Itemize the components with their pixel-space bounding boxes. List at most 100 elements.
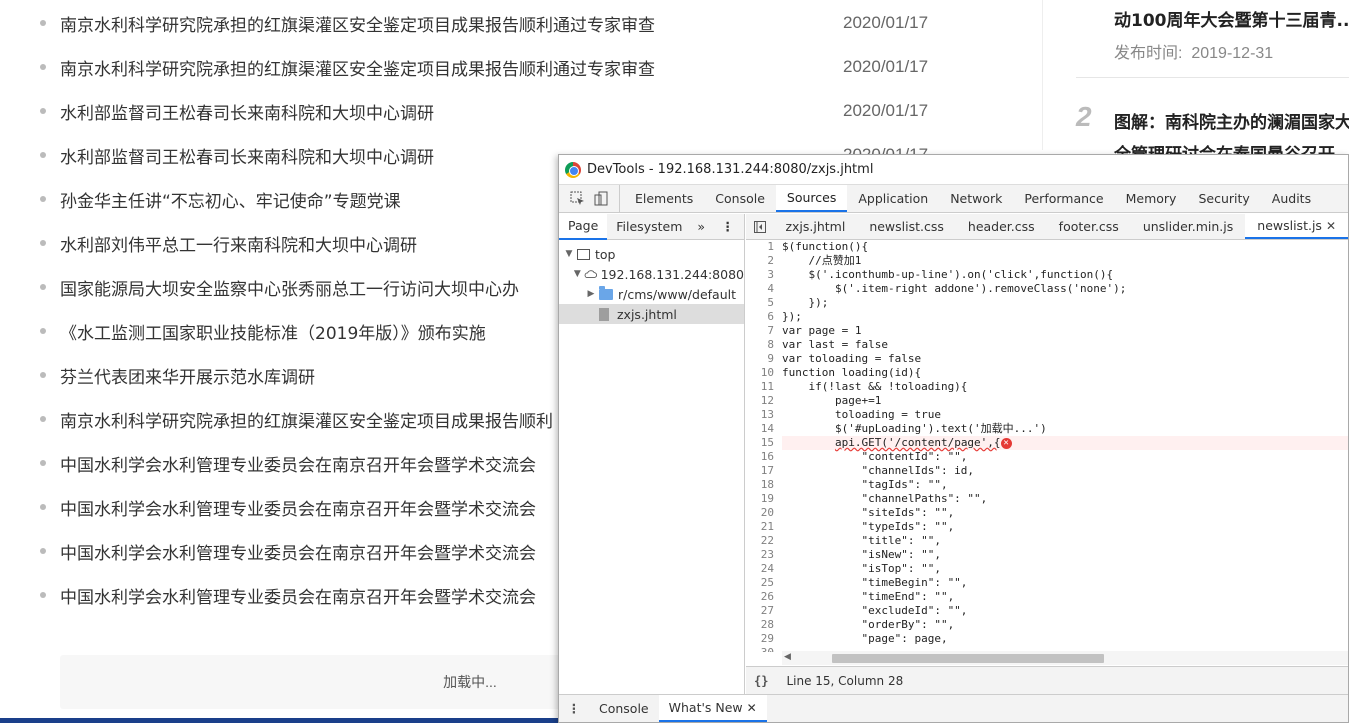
code-line[interactable]: $('.item-right addone').removeClass('non… [782, 282, 1348, 296]
news-title[interactable]: 国家能源局大坝安全监察中心张秀丽总工一行访问大坝中心办 [60, 275, 519, 300]
line-number[interactable]: 28 [746, 618, 776, 632]
code-line[interactable]: "excludeId": "", [782, 604, 1348, 618]
file-tab[interactable]: footer.css [1047, 214, 1131, 239]
news-title[interactable]: 芬兰代表团来华开展示范水库调研 [60, 363, 315, 388]
line-number[interactable]: 29 [746, 632, 776, 646]
code-line[interactable]: $('.iconthumb-up-line').on('click',funct… [782, 268, 1348, 282]
tab-network[interactable]: Network [939, 185, 1013, 212]
line-number[interactable]: 24 [746, 562, 776, 576]
news-title[interactable]: 孙金华主任讲“不忘初心、牢记使命”专题党课 [60, 187, 401, 212]
horizontal-scrollbar[interactable]: ◀ [782, 651, 1348, 665]
drawer-menu-icon[interactable]: ⋮ [559, 695, 589, 722]
line-number[interactable]: 16 [746, 450, 776, 464]
code-line[interactable]: api.GET('/content/page',{✕ [782, 436, 1348, 450]
news-title[interactable]: 《水工监测工国家职业技能标准（2019年版）》颁布实施 [60, 319, 486, 344]
code-line[interactable]: var page = 1 [782, 324, 1348, 338]
line-number[interactable]: 27 [746, 604, 776, 618]
tree-item-folder[interactable]: ▶ r/cms/www/default [559, 284, 744, 304]
error-icon[interactable]: ✕ [1000, 437, 1012, 449]
file-tab[interactable]: unslider.min.js [1131, 214, 1245, 239]
line-number[interactable]: 26 [746, 590, 776, 604]
close-icon[interactable]: ✕ [747, 701, 757, 715]
line-number[interactable]: 2 [746, 254, 776, 268]
code-line[interactable]: var last = false [782, 338, 1348, 352]
line-number[interactable]: 22 [746, 534, 776, 548]
file-tab[interactable]: header.css [956, 214, 1047, 239]
code-line[interactable]: "page": page, [782, 632, 1348, 646]
line-number[interactable]: 13 [746, 408, 776, 422]
file-tab[interactable]: newslist.css [857, 214, 956, 239]
tab-application[interactable]: Application [847, 185, 939, 212]
code-line[interactable]: "timeBegin": "", [782, 576, 1348, 590]
tree-item-top[interactable]: ▼ top [559, 244, 744, 264]
hot-news-title-2[interactable]: 图解：南科院主办的澜湄国家大 [1114, 108, 1349, 133]
line-number[interactable]: 21 [746, 520, 776, 534]
code-content[interactable]: $(function(){ //点赞加1 $('.iconthumb-up-li… [782, 240, 1348, 652]
kebab-menu-icon[interactable]: ⋮ [712, 219, 745, 234]
line-number[interactable]: 9 [746, 352, 776, 366]
scrollbar-thumb[interactable] [832, 654, 1104, 663]
scroll-left-arrow-icon[interactable]: ◀ [784, 652, 791, 662]
tab-sources[interactable]: Sources [775, 185, 848, 212]
line-number[interactable]: 4 [746, 282, 776, 296]
code-line[interactable]: "channelPaths": "", [782, 492, 1348, 506]
tab-memory[interactable]: Memory [1115, 185, 1188, 212]
code-line[interactable]: $('#upLoading').text('加载中...') [782, 422, 1348, 436]
line-number[interactable]: 10 [746, 366, 776, 380]
code-line[interactable]: //点赞加1 [782, 254, 1348, 268]
drawer-tab-console[interactable]: Console [589, 695, 659, 722]
code-line[interactable]: page+=1 [782, 394, 1348, 408]
code-line[interactable]: "contentId": "", [782, 450, 1348, 464]
news-title[interactable]: 中国水利学会水利管理专业委员会在南京召开年会暨学术交流会 [60, 583, 536, 608]
news-title[interactable]: 南京水利科学研究院承担的红旗渠灌区安全鉴定项目成果报告顺利通过专家审查 [60, 11, 655, 36]
code-line[interactable]: }); [782, 296, 1348, 310]
line-number[interactable]: 19 [746, 492, 776, 506]
line-number[interactable]: 17 [746, 464, 776, 478]
drawer-tab-whats-new[interactable]: What's New ✕ [658, 695, 767, 722]
code-line[interactable]: "isNew": "", [782, 548, 1348, 562]
news-title[interactable]: 水利部刘伟平总工一行来南科院和大坝中心调研 [60, 231, 417, 256]
news-title[interactable]: 南京水利科学研究院承担的红旗渠灌区安全鉴定项目成果报告顺利通过专家审查 [60, 55, 655, 80]
more-tabs-icon[interactable]: » [691, 219, 711, 234]
tab-audits[interactable]: Audits [1261, 185, 1322, 212]
code-line[interactable]: var toloading = false [782, 352, 1348, 366]
line-number[interactable]: 11 [746, 380, 776, 394]
code-line[interactable]: "isTop": "", [782, 562, 1348, 576]
file-tab[interactable]: newslist.js ✕ [1245, 214, 1348, 239]
news-list-item[interactable]: 南京水利科学研究院承担的红旗渠灌区安全鉴定项目成果报告顺利通过专家审查 2020/… [40, 52, 940, 82]
hot-news-title-1[interactable]: 动100周年大会暨第十三届青.. [1114, 6, 1349, 31]
code-line[interactable]: "typeIds": "", [782, 520, 1348, 534]
line-number[interactable]: 1 [746, 240, 776, 254]
code-line[interactable]: }); [782, 310, 1348, 324]
tab-performance[interactable]: Performance [1013, 185, 1114, 212]
code-line[interactable]: if(!last && !toloading){ [782, 380, 1348, 394]
news-title[interactable]: 中国水利学会水利管理专业委员会在南京召开年会暨学术交流会 [60, 451, 536, 476]
nav-tab-filesystem[interactable]: Filesystem [607, 214, 691, 240]
line-number[interactable]: 25 [746, 576, 776, 590]
news-title[interactable]: 中国水利学会水利管理专业委员会在南京召开年会暨学术交流会 [60, 495, 536, 520]
line-number[interactable]: 3 [746, 268, 776, 282]
code-line[interactable]: "timeEnd": "", [782, 590, 1348, 604]
device-toolbar-icon[interactable] [592, 190, 610, 208]
line-number[interactable]: 5 [746, 296, 776, 310]
code-line[interactable]: "title": "", [782, 534, 1348, 548]
line-number[interactable]: 30 [746, 646, 776, 652]
tab-security[interactable]: Security [1187, 185, 1260, 212]
code-line[interactable]: toloading = true [782, 408, 1348, 422]
news-list-item[interactable]: 南京水利科学研究院承担的红旗渠灌区安全鉴定项目成果报告顺利通过专家审查 2020/… [40, 8, 940, 38]
nav-tab-page[interactable]: Page [559, 213, 608, 240]
code-line[interactable]: $(function(){ [782, 240, 1348, 254]
line-number[interactable]: 18 [746, 478, 776, 492]
devtools-titlebar[interactable]: DevTools - 192.168.131.244:8080/zxjs.jht… [559, 155, 1348, 185]
inspect-element-icon[interactable] [568, 190, 586, 208]
line-number[interactable]: 14 [746, 422, 776, 436]
news-title[interactable]: 中国水利学会水利管理专业委员会在南京召开年会暨学术交流会 [60, 539, 536, 564]
tab-console[interactable]: Console [704, 185, 776, 212]
news-title[interactable]: 水利部监督司王松春司长来南科院和大坝中心调研 [60, 143, 434, 168]
news-list-item[interactable]: 水利部监督司王松春司长来南科院和大坝中心调研 2020/01/17 [40, 96, 940, 126]
tab-elements[interactable]: Elements [624, 185, 704, 212]
news-title[interactable]: 水利部监督司王松春司长来南科院和大坝中心调研 [60, 99, 434, 124]
load-more-button[interactable]: 加载中... [60, 655, 580, 709]
line-number[interactable]: 20 [746, 506, 776, 520]
code-line[interactable]: "siteIds": "", [782, 506, 1348, 520]
